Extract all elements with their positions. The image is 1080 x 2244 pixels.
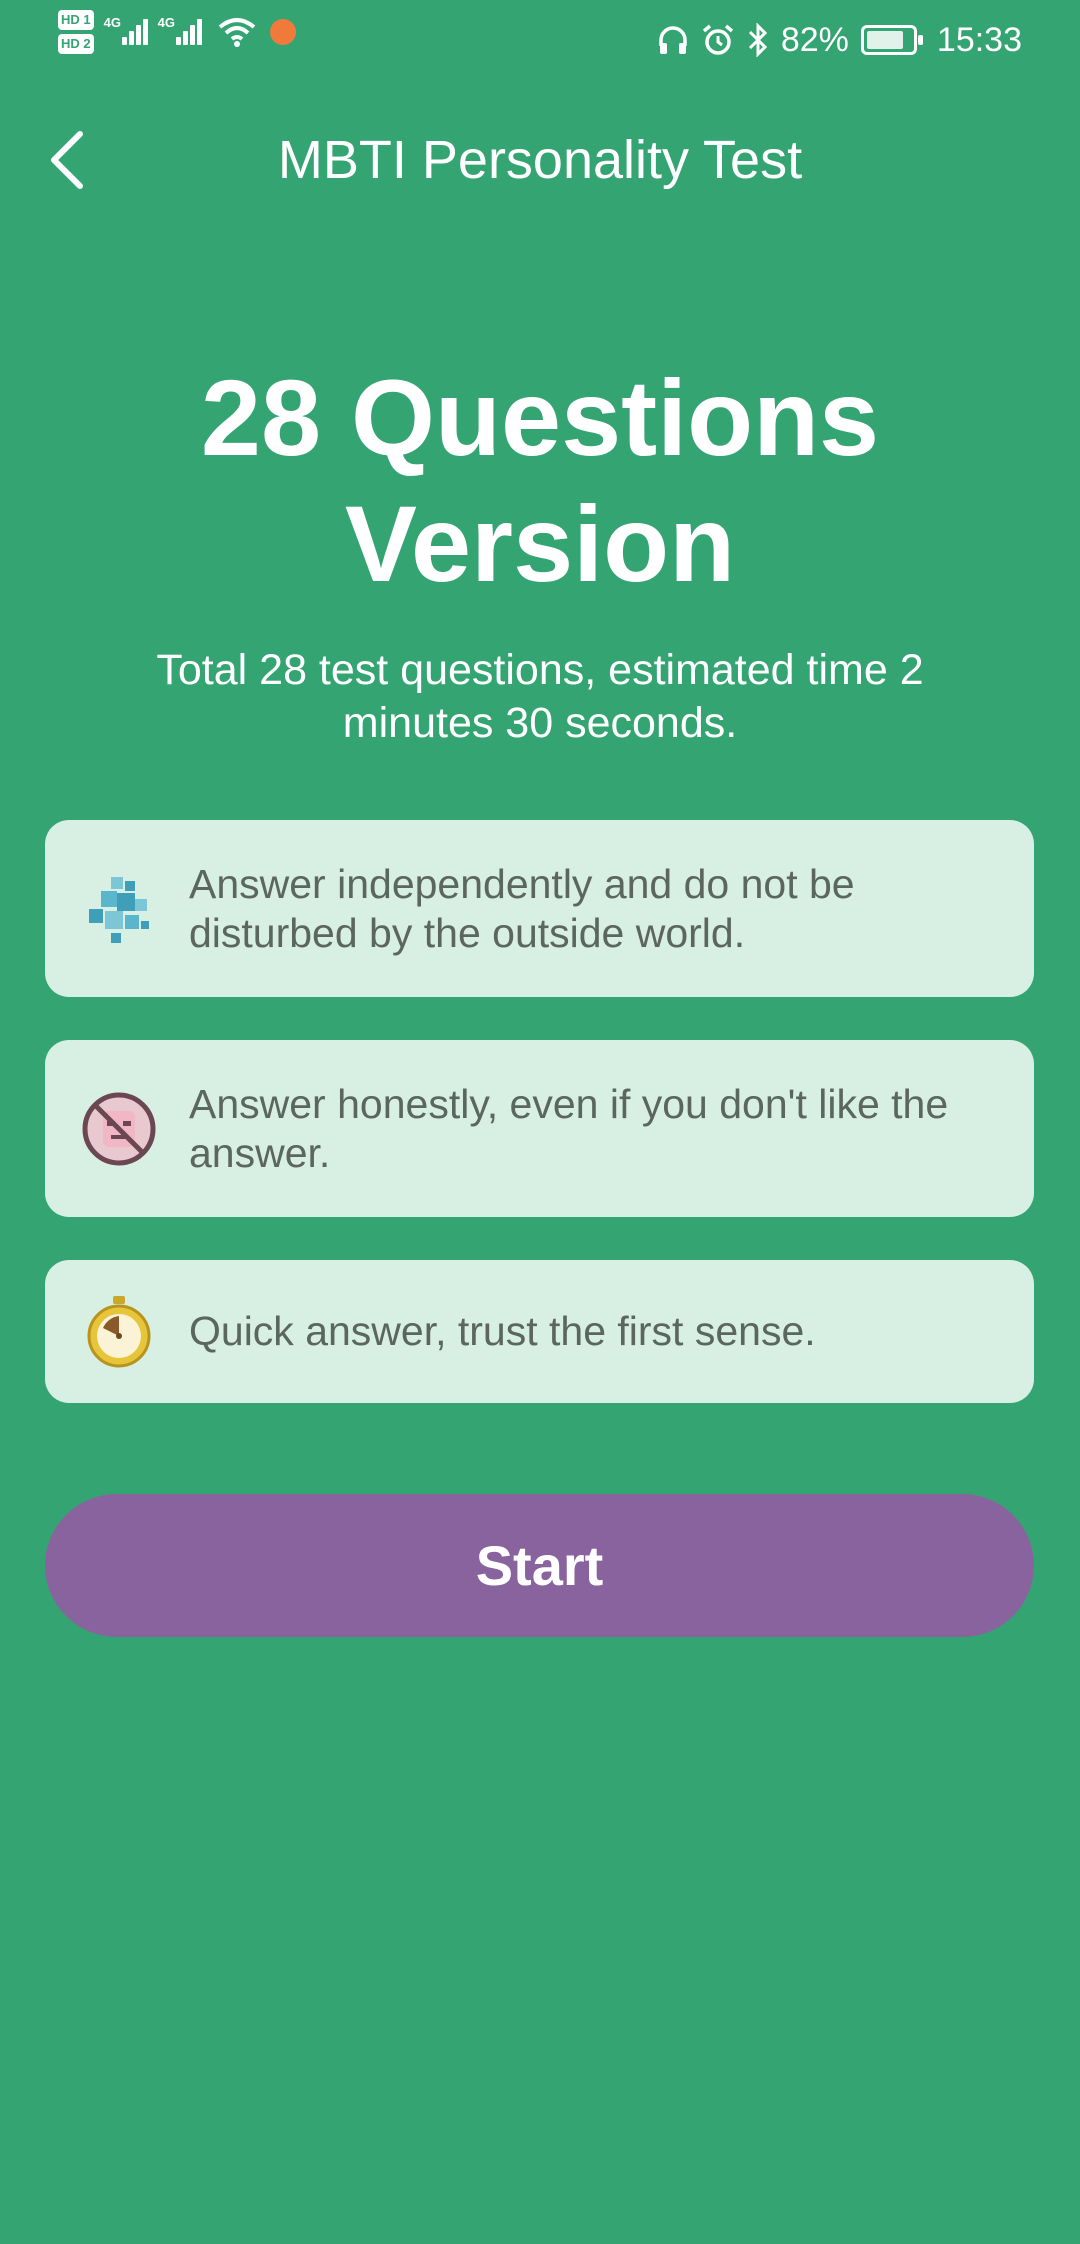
stopwatch-icon [79, 1292, 159, 1372]
tip-card-independent: Answer independently and do not be distu… [45, 820, 1034, 997]
battery-percent: 82% [780, 21, 849, 59]
clock: 15:33 [936, 21, 1022, 59]
bluetooth-icon [748, 23, 767, 57]
page-title: MBTI Personality Test [277, 130, 803, 190]
sim1-badge: HD 1 [58, 10, 94, 30]
test-summary: Total 28 test questions, estimated time … [156, 646, 924, 747]
battery-level [866, 31, 903, 49]
no-face-icon [79, 1089, 159, 1169]
status-left: HD 1 HD 2 4G 4G [58, 10, 296, 54]
tip-text: Quick answer, trust the first sense. [189, 1308, 816, 1354]
signal-icon: 4G [158, 15, 202, 45]
headphones-icon [659, 26, 687, 54]
tip-text: Answer honestly, even if you don't like … [189, 1080, 949, 1176]
start-button[interactable]: Start [45, 1494, 1034, 1637]
status-right: 82% 15:33 [657, 16, 1022, 64]
sim2-badge: HD 2 [58, 34, 94, 54]
app-notification-icon [269, 19, 296, 45]
alarm-icon [702, 24, 733, 55]
tip-card-quick: Quick answer, trust the first sense. [45, 1260, 1034, 1403]
tip-text: Answer independently and do not be distu… [189, 860, 855, 956]
status-bar: HD 1 HD 2 4G 4G 82% 15:33 [0, 0, 1080, 80]
signal-icon: 4G [104, 15, 148, 45]
tip-card-honest: Answer honestly, even if you don't like … [45, 1040, 1034, 1217]
sim-indicators: HD 1 HD 2 [58, 10, 94, 54]
blocks-icon [79, 869, 159, 949]
battery-charging-icon [860, 25, 923, 55]
version-title: 28 Questions Version [200, 357, 880, 604]
app-bar: MBTI Personality Test [0, 110, 1080, 210]
wifi-icon [218, 18, 255, 47]
